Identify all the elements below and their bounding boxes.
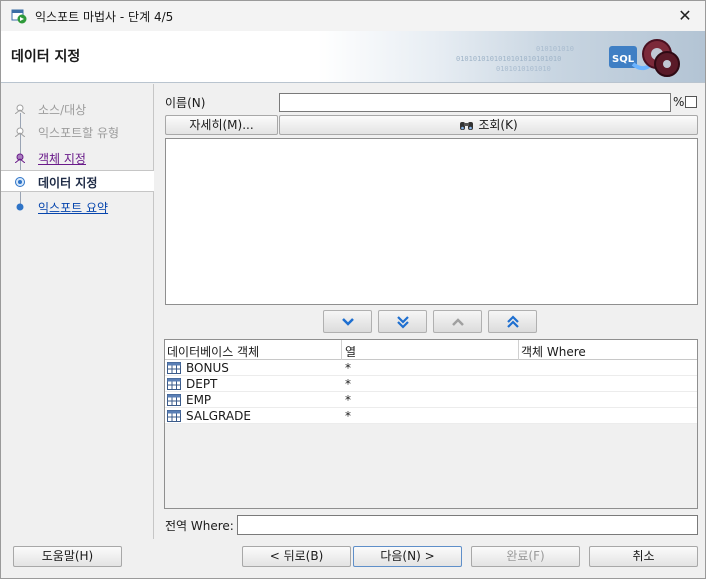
global-where-input[interactable] (237, 515, 698, 535)
double-chevron-up-icon (507, 315, 519, 328)
more-button[interactable]: 자세히(M)... (165, 115, 278, 135)
table-row[interactable]: SALGRADE * (165, 408, 697, 424)
table-icon (167, 362, 181, 374)
object-name: BONUS (186, 361, 229, 375)
export-wizard-window: 익스포트 마법사 - 단계 4/5 ✕ 데이터 지정 0101010101010… (0, 0, 706, 579)
move-all-down-button[interactable] (378, 310, 427, 333)
global-where-label: 전역 Where: (165, 519, 234, 533)
lookup-button-label: 조회(K) (478, 118, 518, 132)
svg-text:010101010: 010101010 (536, 45, 574, 53)
object-columns: * (345, 377, 351, 391)
title-bar: 익스포트 마법사 - 단계 4/5 ✕ (1, 1, 705, 31)
wizard-app-icon (11, 9, 27, 24)
back-button[interactable]: < 뒤로(B) (242, 546, 351, 567)
object-columns: * (345, 393, 351, 407)
help-button[interactable]: 도움말(H) (13, 546, 122, 567)
wildcard-checkbox[interactable] (685, 96, 697, 108)
chevron-down-icon (342, 318, 354, 326)
nav-step-source-target: 소스/대상 (1, 98, 154, 120)
svg-text:0101010101010101010101010: 0101010101010101010101010 (456, 55, 561, 63)
column-header-columns[interactable]: 열 (345, 343, 356, 360)
nav-step-label[interactable]: 익스포트 요약 (38, 199, 108, 216)
wizard-steps-nav: 소스/대상 익스포트할 유형 객체 지정 데이터 지정 익스포트 요약 (1, 84, 154, 539)
svg-text:0101010101010: 0101010101010 (496, 65, 551, 73)
nav-step-export-summary[interactable]: 익스포트 요약 (1, 196, 154, 218)
nav-step-label: 소스/대상 (38, 103, 87, 117)
available-objects-list[interactable] (165, 138, 698, 305)
object-name: DEPT (186, 377, 218, 391)
step-disabled-icon (15, 127, 25, 137)
move-all-up-button[interactable] (488, 310, 537, 333)
next-button[interactable]: 다음(N) > (353, 546, 462, 567)
main-panel: 이름(N) % 자세히(M)... 조회(K) 데이터베이스 객체 열 객체 W… (156, 84, 704, 539)
object-name: SALGRADE (186, 409, 251, 423)
selected-objects-table: 데이터베이스 객체 열 객체 Where BONUS * DEPT * EMP … (164, 339, 698, 509)
step-visited-icon (15, 153, 25, 163)
double-chevron-down-icon (397, 316, 409, 329)
step-disabled-icon (15, 104, 25, 114)
name-label: 이름(N) (165, 96, 206, 110)
binoculars-icon (460, 122, 474, 130)
object-columns: * (345, 361, 351, 375)
table-icon (167, 410, 181, 422)
finish-button: 완료(F) (471, 546, 580, 567)
object-name: EMP (186, 393, 212, 407)
column-header-object[interactable]: 데이터베이스 객체 (167, 343, 259, 360)
wildcard-label: % (673, 95, 685, 109)
sql-export-logo-icon: SQL (609, 39, 680, 77)
close-button[interactable]: ✕ (665, 1, 705, 31)
move-down-button[interactable] (323, 310, 372, 333)
table-icon (167, 394, 181, 406)
nav-step-specify-objects[interactable]: 객체 지정 (1, 147, 154, 169)
nav-step-specify-data: 데이터 지정 (1, 170, 154, 192)
lookup-button[interactable]: 조회(K) (279, 115, 698, 135)
nav-step-label: 데이터 지정 (38, 176, 98, 190)
table-row[interactable]: DEPT * (165, 376, 697, 392)
step-pending-icon (16, 203, 24, 211)
step-current-icon (15, 177, 25, 187)
table-icon (167, 378, 181, 390)
name-filter-input[interactable] (279, 93, 671, 112)
table-row[interactable]: BONUS * (165, 360, 697, 376)
table-row[interactable]: EMP * (165, 392, 697, 408)
table-header: 데이터베이스 객체 열 객체 Where (165, 340, 697, 360)
wizard-banner: 데이터 지정 0101010101010101010101010 0101010… (1, 31, 705, 83)
wizard-footer: 도움말(H) < 뒤로(B) 다음(N) > 완료(F) 취소 (1, 539, 705, 578)
nav-step-label: 익스포트할 유형 (38, 126, 120, 140)
nav-step-label[interactable]: 객체 지정 (38, 150, 86, 167)
sql-logo-text: SQL (612, 54, 635, 65)
column-header-where[interactable]: 객체 Where (521, 343, 586, 360)
move-up-button (433, 310, 482, 333)
binary-pattern-decoration: 0101010101010101010101010 0101010101010 … (456, 45, 574, 73)
cancel-button[interactable]: 취소 (589, 546, 698, 567)
window-title: 익스포트 마법사 - 단계 4/5 (35, 10, 174, 24)
chevron-up-icon (452, 318, 464, 326)
page-title: 데이터 지정 (11, 49, 81, 65)
nav-step-export-types: 익스포트할 유형 (1, 121, 154, 143)
object-columns: * (345, 409, 351, 423)
